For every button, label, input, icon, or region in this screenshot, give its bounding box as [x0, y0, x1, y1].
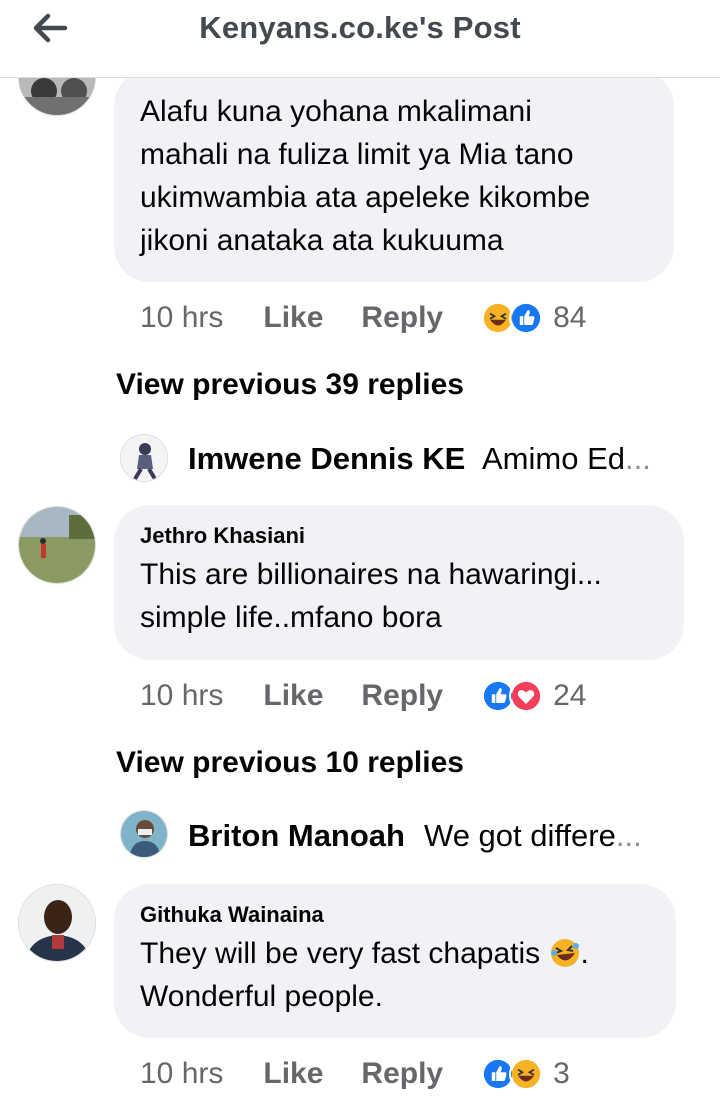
ellipsis: ... — [615, 818, 642, 853]
comment-actions: 10 hrs Like Reply 24 — [140, 676, 587, 716]
reactions[interactable] — [481, 301, 544, 335]
like-button[interactable]: Like — [263, 679, 323, 713]
like-button[interactable]: Like — [263, 301, 323, 335]
avatar[interactable] — [120, 434, 168, 482]
view-previous-replies-link[interactable]: View previous 10 replies — [116, 746, 464, 780]
comment-author[interactable]: Jethro Khasiani — [140, 523, 658, 549]
reply-button[interactable]: Reply — [361, 1057, 443, 1091]
timestamp[interactable]: 10 hrs — [140, 301, 223, 335]
comment-author[interactable]: Githuka Wainaina — [140, 902, 650, 928]
reactions[interactable] — [481, 679, 544, 713]
reaction-count: 84 — [553, 301, 587, 334]
love-icon — [509, 679, 544, 713]
reply-button[interactable]: Reply — [361, 301, 443, 335]
rolling-laughing-emoji-icon — [550, 939, 579, 967]
comment-text-line: mahali na fuliza limit ya Mia tano — [140, 138, 574, 171]
ellipsis: ... — [624, 441, 651, 476]
comment-bubble[interactable]: Jethro Khasiani This are billionaires na… — [114, 505, 684, 660]
comment-bubble[interactable]: Alafu kuna yohana mkalimani mahali na fu… — [114, 70, 674, 282]
reply-snippet-text: We got differe — [424, 818, 616, 853]
reply-author-name[interactable]: Imwene Dennis KE — [188, 441, 465, 477]
haha-icon — [509, 1057, 544, 1091]
like-button[interactable]: Like — [263, 1057, 323, 1091]
timestamp[interactable]: 10 hrs — [140, 1057, 223, 1091]
view-previous-replies-link[interactable]: View previous 39 replies — [116, 368, 464, 402]
comment-text-line: This are billionaires na hawaringi... — [140, 558, 602, 591]
reactions[interactable] — [481, 1057, 544, 1091]
post-header: Kenyans.co.ke's Post — [0, 0, 720, 78]
reaction-count: 24 — [553, 679, 587, 712]
comment-text-line: ukimwambia ata apeleke kikombe — [140, 181, 591, 214]
comment-bubble[interactable]: Githuka Wainaina They will be very fast … — [114, 884, 676, 1038]
reply-button[interactable]: Reply — [361, 679, 443, 713]
comment-text-line: jikoni anataka ata kukuuma — [140, 224, 504, 257]
avatar[interactable] — [18, 506, 96, 584]
comment-text-line: They will be very fast chapatis . — [140, 932, 650, 975]
comment-text-line: Alafu kuna yohana mkalimani — [140, 95, 532, 128]
reply-snippet[interactable]: Amimo Ed... — [482, 441, 651, 477]
reaction-count: 3 — [553, 1057, 570, 1090]
timestamp[interactable]: 10 hrs — [140, 679, 223, 713]
comment-text-line: simple life..mfano bora — [140, 601, 442, 634]
avatar[interactable] — [120, 810, 168, 858]
reply-snippet-text: Amimo Ed — [482, 441, 625, 476]
reply-author-name[interactable]: Briton Manoah — [188, 818, 405, 854]
avatar[interactable] — [18, 884, 96, 962]
page-title: Kenyans.co.ke's Post — [199, 10, 521, 45]
comment-text-fragment: They will be very fast chapatis — [140, 937, 549, 970]
comment-actions: 10 hrs Like Reply 3 — [140, 1054, 570, 1094]
comment-actions: 10 hrs Like Reply 84 — [140, 298, 587, 338]
comment-text-fragment: . — [580, 937, 589, 970]
like-icon — [509, 301, 544, 335]
reply-snippet[interactable]: We got differe... — [424, 818, 642, 854]
comment-text-line: Wonderful people. — [140, 980, 383, 1013]
